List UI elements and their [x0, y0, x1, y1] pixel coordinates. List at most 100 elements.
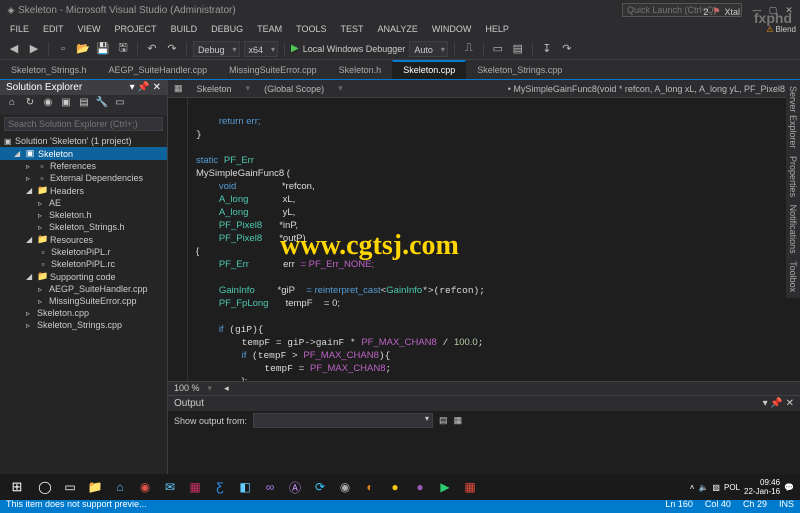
solution-tree[interactable]: ▣Solution 'Skeleton' (1 project) ◢▣Skele…	[0, 133, 167, 480]
solution-search-input[interactable]	[4, 117, 163, 131]
pin-icon[interactable]: ▾ 📌 ✕	[130, 82, 161, 93]
nav-fwd-icon[interactable]: ▶	[26, 41, 42, 57]
task-search-icon[interactable]: ◯	[33, 475, 57, 499]
task-app6-icon[interactable]: ●	[383, 475, 407, 499]
project-scope[interactable]: Skeleton	[191, 83, 238, 95]
menu-test[interactable]: TEST	[334, 22, 369, 36]
output-pin-icon[interactable]: ▾ 📌 ✕	[763, 398, 794, 409]
tab-skeleton-strings-cpp[interactable]: Skeleton_Strings.cpp	[466, 61, 573, 79]
preview-icon[interactable]: ▭	[112, 97, 128, 113]
proc-icon[interactable]: ⎍	[461, 41, 477, 57]
notify-badge[interactable]: 2	[703, 7, 708, 17]
config-dropdown[interactable]: Debug	[193, 41, 240, 57]
collapse-icon[interactable]: ▣	[58, 97, 74, 113]
menu-file[interactable]: FILE	[4, 22, 35, 36]
solution-root[interactable]: ▣Solution 'Skeleton' (1 project)	[0, 135, 167, 147]
resources-node[interactable]: ◢📁Resources	[0, 233, 167, 246]
output-source-dropdown[interactable]	[253, 413, 433, 428]
tab-skeleton-h[interactable]: Skeleton.h	[328, 61, 393, 79]
member-decl[interactable]: • MySimpleGainFunc8(void * refcon, A_lon…	[508, 84, 794, 94]
prop-icon[interactable]: 🔧	[94, 97, 110, 113]
task-chrome-icon[interactable]: ◉	[133, 475, 157, 499]
tray-action-center-icon[interactable]: 💬	[784, 483, 794, 492]
redo-icon[interactable]: ↷	[164, 41, 180, 57]
platform-dropdown[interactable]: x64	[244, 41, 279, 57]
tab-aegp-suitehandler[interactable]: AEGP_SuiteHandler.cpp	[98, 61, 219, 79]
tab-skeleton-strings-h[interactable]: Skeleton_Strings.h	[0, 61, 98, 79]
tree-pipl-r[interactable]: ▫SkeletonPiPL.r	[0, 246, 167, 258]
task-app9-icon[interactable]: ▦	[458, 475, 482, 499]
menu-window[interactable]: WINDOW	[426, 22, 478, 36]
step-over-icon[interactable]: ↷	[559, 41, 575, 57]
tree-aegp-cpp[interactable]: ▹AEGP_SuiteHandler.cpp	[0, 283, 167, 295]
task-obs-icon[interactable]: ◉	[333, 475, 357, 499]
menu-analyze[interactable]: ANALYZE	[371, 22, 423, 36]
task-ae-icon[interactable]: Ⓐ	[283, 475, 307, 499]
tree-skeleton-h[interactable]: ▹Skeleton.h	[0, 209, 167, 221]
task-edge-icon[interactable]: ⌂	[108, 475, 132, 499]
tree-missing-cpp[interactable]: ▹MissingSuiteError.cpp	[0, 295, 167, 307]
tray-up-icon[interactable]: ˄	[690, 483, 695, 492]
zoom-level[interactable]: 100 %	[174, 383, 200, 394]
thread-icon[interactable]: ▭	[490, 41, 506, 57]
save-icon[interactable]: 💾	[95, 41, 111, 57]
supporting-node[interactable]: ◢📁Supporting code	[0, 270, 167, 283]
task-app5-icon[interactable]: ◐	[358, 475, 382, 499]
step-icon[interactable]: ↧	[539, 41, 555, 57]
output-wrap-icon[interactable]: ▦	[454, 415, 463, 426]
task-explorer-icon[interactable]: 📁	[83, 475, 107, 499]
start-debug-icon[interactable]: ▶	[291, 43, 299, 54]
task-mail-icon[interactable]: ✉	[158, 475, 182, 499]
task-vs-icon[interactable]: ∞	[258, 475, 282, 499]
task-app1-icon[interactable]: ▦	[183, 475, 207, 499]
new-icon[interactable]: ▫	[55, 41, 71, 57]
tab-skeleton-cpp[interactable]: Skeleton.cpp	[392, 60, 466, 79]
task-app3-icon[interactable]: ◧	[233, 475, 257, 499]
user-name[interactable]: Xtal	[724, 7, 740, 17]
menu-view[interactable]: VIEW	[72, 22, 107, 36]
showall-icon[interactable]: ▤	[76, 97, 92, 113]
refresh-icon[interactable]: ↻	[22, 97, 38, 113]
tree-pipl-rc[interactable]: ▫SkeletonPiPL.rc	[0, 258, 167, 270]
mode-dropdown[interactable]: Auto	[409, 41, 448, 57]
sync-icon[interactable]: ◉	[40, 97, 56, 113]
global-scope[interactable]: (Global Scope)	[258, 83, 330, 95]
right-side-tabs[interactable]: Server Explorer Properties Notifications…	[786, 80, 800, 298]
home-icon[interactable]: ⌂	[4, 97, 20, 113]
flag-icon[interactable]: ⚑	[712, 6, 720, 17]
save-all-icon[interactable]: 🖫	[115, 41, 131, 57]
nav-back-icon[interactable]: ◀	[6, 41, 22, 57]
task-app8-icon[interactable]: ▶	[433, 475, 457, 499]
menu-build[interactable]: BUILD	[165, 22, 204, 36]
debugger-label[interactable]: Local Windows Debugger	[303, 44, 406, 54]
task-app7-icon[interactable]: ●	[408, 475, 432, 499]
output-clear-icon[interactable]: ▤	[439, 415, 448, 426]
stack-icon[interactable]: ▤	[510, 41, 526, 57]
task-app4-icon[interactable]: ⟳	[308, 475, 332, 499]
tree-skeleton-strings-h[interactable]: ▹Skeleton_Strings.h	[0, 221, 167, 233]
tree-ae[interactable]: ▹AE	[0, 197, 167, 209]
menu-team[interactable]: TEAM	[251, 22, 288, 36]
menu-debug[interactable]: DEBUG	[205, 22, 249, 36]
undo-icon[interactable]: ↶	[144, 41, 160, 57]
external-deps-node[interactable]: ▹▫External Dependencies	[0, 172, 167, 184]
project-node[interactable]: ◢▣Skeleton	[0, 147, 167, 160]
tray-sound-icon[interactable]: 🔈	[698, 483, 708, 492]
editor-gutter[interactable]	[168, 98, 188, 381]
tree-skeleton-strings-cpp[interactable]: ▹Skeleton_Strings.cpp	[0, 319, 167, 331]
tab-missingsuiteerror[interactable]: MissingSuiteError.cpp	[218, 61, 328, 79]
references-node[interactable]: ▹▫References	[0, 160, 167, 172]
menu-tools[interactable]: TOOLS	[290, 22, 332, 36]
start-button[interactable]: ⊞	[2, 475, 32, 499]
menu-help[interactable]: HELP	[479, 22, 515, 36]
headers-node[interactable]: ◢📁Headers	[0, 184, 167, 197]
tray-lang[interactable]: POL	[724, 483, 740, 492]
task-view-icon[interactable]: ▭	[58, 475, 82, 499]
task-app2-icon[interactable]: Ƹ	[208, 475, 232, 499]
tray-clock[interactable]: 09:46 22-Jan-16	[744, 478, 780, 496]
code-editor[interactable]: return err; } static PF_Err MySimpleGain…	[188, 98, 800, 381]
tray-net-icon[interactable]: ▧	[712, 483, 720, 492]
tree-skeleton-cpp[interactable]: ▹Skeleton.cpp	[0, 307, 167, 319]
menu-project[interactable]: PROJECT	[109, 22, 163, 36]
menu-edit[interactable]: EDIT	[37, 22, 70, 36]
